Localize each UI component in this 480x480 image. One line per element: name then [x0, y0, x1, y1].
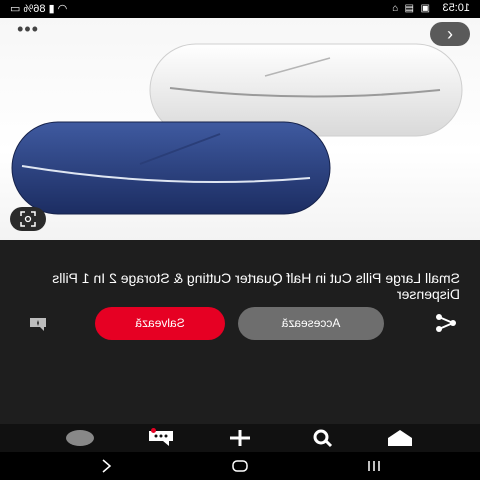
status-bar: 10:53 ▣ ▤ ⌂ ◠ ▮ 86% ▭: [0, 0, 480, 18]
back-system-button[interactable]: [96, 458, 116, 474]
back-arrow-icon: ‹: [447, 24, 453, 44]
gallery-notification-icon: ▤: [404, 3, 414, 14]
wifi-icon: ◠: [57, 3, 68, 15]
search-icon: [313, 429, 333, 448]
nav-profile[interactable]: [66, 428, 98, 448]
cast-notification-icon: ⌂: [391, 3, 398, 14]
notification-badge: [151, 428, 156, 433]
blue-pill-box: [11, 121, 331, 215]
avatar: [66, 430, 94, 446]
status-time: 10:53: [442, 2, 470, 14]
nav-search[interactable]: [306, 428, 338, 448]
battery-icon: ▭: [10, 3, 21, 15]
recents-icon: [368, 461, 380, 471]
system-navigation: [0, 452, 480, 480]
battery-level: 86%: [23, 3, 46, 15]
back-button[interactable]: ‹: [430, 22, 470, 46]
home-icon: [388, 430, 412, 446]
home-system-icon: [232, 460, 248, 472]
status-right: ◠ ▮ 86% ▭: [10, 2, 67, 15]
nav-create[interactable]: [224, 428, 256, 448]
app-frame: 10:53 ▣ ▤ ⌂ ◠ ▮ 86% ▭ ‹ ••• Small Large …: [0, 0, 480, 480]
create-icon: [230, 430, 250, 446]
share-icon: [436, 314, 456, 332]
more-options-button[interactable]: •••: [12, 19, 42, 42]
visit-button[interactable]: Accesează: [238, 307, 384, 340]
pill-boxes-illustration: [11, 43, 463, 215]
photo-notification-icon: ▣: [420, 3, 430, 14]
recents-button[interactable]: [364, 458, 384, 474]
pin-title: Small Large Pills Cut in Half Quarter Cu…: [52, 270, 460, 302]
comment-icon[interactable]: [28, 316, 48, 332]
visual-search-button[interactable]: [10, 207, 46, 231]
notifications-icon: [149, 431, 173, 446]
more-options-icon: •••: [16, 19, 38, 39]
home-system-button[interactable]: [230, 458, 250, 474]
back-system-icon: [102, 459, 112, 473]
visual-search-icon: [20, 211, 36, 227]
nav-notifications[interactable]: [145, 428, 177, 448]
share-button[interactable]: [434, 313, 458, 333]
nav-home[interactable]: [384, 428, 416, 448]
signal-icon: ▮: [48, 3, 55, 15]
bottom-navigation: [0, 424, 480, 452]
save-button[interactable]: Salvează: [95, 307, 225, 340]
product-image[interactable]: ‹ •••: [0, 18, 480, 240]
